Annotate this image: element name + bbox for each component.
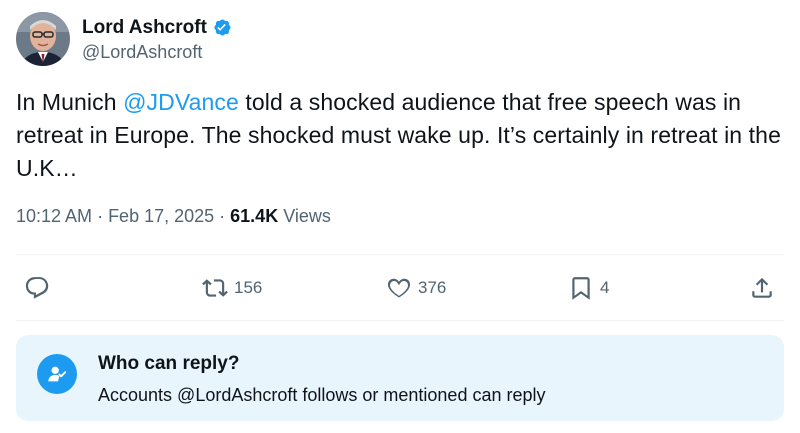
heart-icon [387,278,411,298]
retweet-button[interactable]: 156 [202,266,262,310]
verified-badge-icon[interactable] [211,17,232,38]
views-label: Views [278,206,331,226]
tweet-header: Lord Ashcroft @LordAshcroft [16,12,232,66]
tweet-text: In Munich @JDVance told a shocked audien… [16,86,784,185]
author-info: Lord Ashcroft @LordAshcroft [82,16,232,63]
reply-restriction-description: Accounts @LordAshcroft follows or mentio… [98,385,546,405]
reply-button[interactable] [24,266,50,310]
views-count: 61.4K [230,206,279,226]
meta-separator: · [92,206,109,226]
like-button[interactable]: 376 [386,266,446,310]
avatar[interactable] [16,12,70,66]
user-check-icon [37,354,77,394]
retweet-count: 156 [234,278,263,297]
tweet-date[interactable]: Feb 17, 2025 [108,206,214,226]
display-name[interactable]: Lord Ashcroft [82,17,207,39]
author-handle[interactable]: @LordAshcroft [82,42,232,63]
name-row: Lord Ashcroft [82,16,232,40]
reply-restriction-title: Who can reply? [98,353,240,374]
like-count: 376 [418,278,447,297]
mention-link[interactable]: @JDVance [123,89,239,115]
action-bar: 156 376 4 [0,266,800,310]
bookmark-count: 4 [600,278,610,297]
divider-top [16,254,784,255]
bookmark-button[interactable]: 4 [568,266,609,310]
tweet-time[interactable]: 10:12 AM [16,206,92,226]
tweet-meta: 10:12 AM · Feb 17, 2025 · 61.4K Views [16,206,331,227]
reply-icon [25,277,49,299]
retweet-icon [202,279,228,297]
tweet-text-before: In Munich [16,89,124,115]
reply-restriction-box: Who can reply? Accounts @LordAshcroft fo… [16,335,784,421]
share-button[interactable] [749,266,775,310]
divider-bottom [16,320,784,321]
bookmark-icon [572,277,590,300]
share-icon [752,277,772,298]
meta-separator: · [214,206,231,226]
